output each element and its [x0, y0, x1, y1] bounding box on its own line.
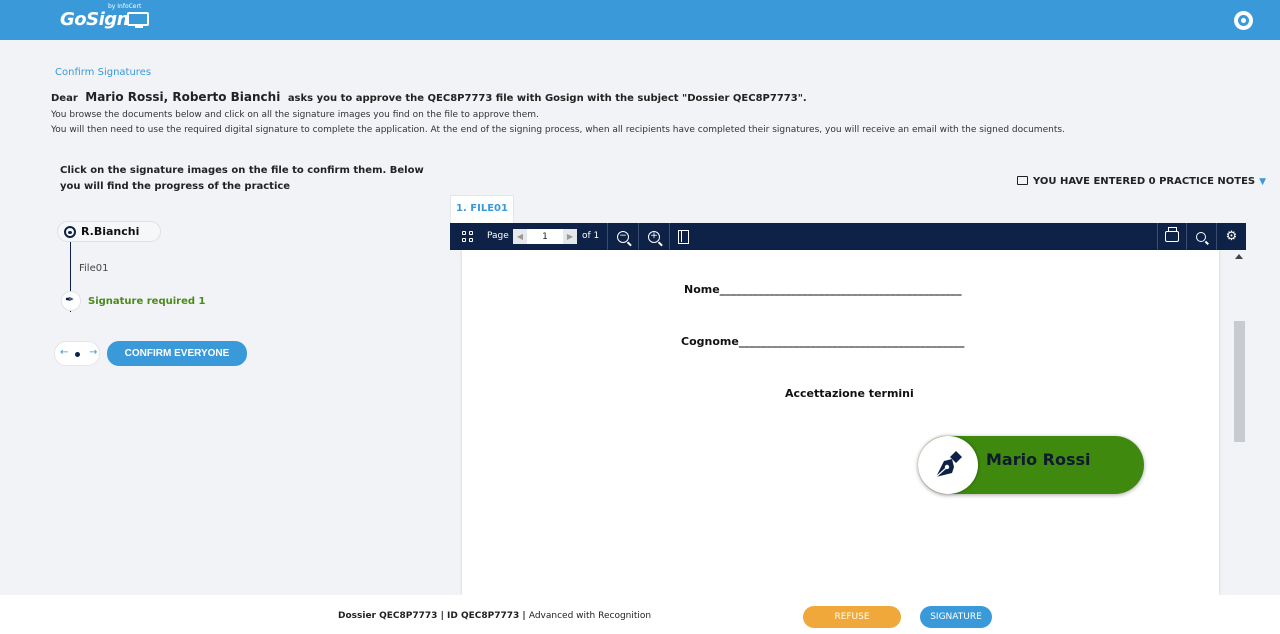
page-label: Page	[487, 231, 509, 241]
request-text: asks you to approve the QEC8P7773 file w…	[287, 93, 807, 104]
signature-pen-badge	[918, 436, 978, 494]
thumbnails-button[interactable]	[454, 223, 480, 250]
field-cognome: Cognome_________________________________…	[681, 335, 965, 348]
dossier-id: ID QEC8P7773	[447, 611, 520, 621]
refuse-button[interactable]: REFUSE	[803, 606, 901, 628]
next-arrow-icon[interactable]: →	[89, 347, 97, 358]
signer-face-icon	[64, 226, 76, 238]
scroll-up-icon[interactable]	[1235, 254, 1243, 259]
page-number-input[interactable]	[527, 229, 563, 244]
field-terms: Accettazione termini	[785, 387, 914, 400]
dossier-name: Dossier QEC8P7773	[338, 611, 438, 621]
signature-button[interactable]: SIGNATURE	[920, 606, 992, 628]
gear-icon: ⚙	[1225, 229, 1238, 244]
breadcrumb[interactable]: Confirm Signatures	[55, 67, 151, 78]
progress-file-label: File01	[79, 263, 109, 274]
comment-icon	[1017, 176, 1028, 185]
top-bar: by InfoCert GoSign	[0, 0, 1280, 40]
next-page-icon[interactable]: ▶	[563, 229, 577, 244]
search-icon	[1196, 231, 1206, 242]
footer-separator: |	[519, 611, 529, 621]
user-avatar-icon[interactable]	[1234, 11, 1253, 30]
page-navigator: ◀ ▶	[513, 229, 577, 244]
footer-separator: |	[437, 611, 448, 621]
fit-page-button[interactable]	[672, 223, 694, 250]
signature-required-label: Signature required 1	[88, 296, 206, 307]
intro-line: Dear Mario Rossi, Roberto Bianchi asks y…	[51, 90, 807, 104]
dear-text: Dear	[51, 93, 78, 104]
signer-pill[interactable]: R.Bianchi	[57, 221, 161, 242]
page-count: of 1	[582, 231, 600, 241]
caret-down-icon: ▼	[1259, 177, 1267, 187]
gosign-logo[interactable]: GoSign	[60, 9, 129, 30]
zoom-in-icon: +	[648, 230, 660, 243]
dossier-info: Dossier QEC8P7773 | ID QEC8P7773 | Advan…	[338, 611, 651, 621]
info-line-2: You will then need to use the required d…	[51, 125, 1065, 135]
signature-name: Mario Rossi	[986, 450, 1091, 469]
print-button[interactable]	[1158, 223, 1186, 250]
pen-nib-icon	[61, 291, 81, 311]
zoom-out-button[interactable]: −	[608, 223, 638, 250]
zoom-in-button[interactable]: +	[639, 223, 669, 250]
viewer-toolbar: Page ◀ ▶ of 1 − + ⚙	[450, 223, 1246, 250]
prev-page-icon[interactable]: ◀	[513, 229, 527, 244]
signature-type: Advanced with Recognition	[528, 611, 652, 621]
info-line-1: You browse the documents below and click…	[51, 110, 539, 120]
tab-file01[interactable]: 1. FILE01	[450, 195, 514, 223]
current-dot-icon	[75, 352, 80, 357]
footer-bar: Dossier QEC8P7773 | ID QEC8P7773 | Advan…	[0, 595, 1280, 634]
practice-notes-label: YOU HAVE ENTERED 0 PRACTICE NOTES	[1033, 176, 1256, 187]
zoom-out-icon: −	[617, 230, 629, 243]
signature-navigator: ← →	[54, 341, 100, 366]
confirm-everyone-button[interactable]: CONFIRM EVERYONE	[107, 341, 247, 366]
signer-name: R.Bianchi	[81, 225, 140, 238]
field-nome: Nome____________________________________…	[684, 283, 962, 296]
settings-button[interactable]: ⚙	[1217, 223, 1246, 250]
search-button[interactable]	[1187, 223, 1215, 250]
scrollbar-thumb[interactable]	[1234, 321, 1245, 442]
prev-arrow-icon[interactable]: ←	[60, 347, 68, 358]
sender-names: Mario Rossi, Roberto Bianchi	[85, 90, 281, 104]
toolbar-divider	[669, 223, 670, 250]
printer-icon	[1165, 227, 1179, 242]
document-page	[462, 250, 1219, 595]
grid-icon	[461, 231, 473, 242]
practice-notes-toggle[interactable]: YOU HAVE ENTERED 0 PRACTICE NOTES ▼	[1017, 176, 1266, 187]
fit-page-icon	[677, 229, 689, 244]
monitor-icon	[127, 12, 149, 28]
progress-instructions: Click on the signature images on the fil…	[60, 165, 424, 192]
signature-field-mario-rossi[interactable]: Mario Rossi	[918, 436, 1144, 494]
pen-nib-icon	[935, 451, 962, 478]
